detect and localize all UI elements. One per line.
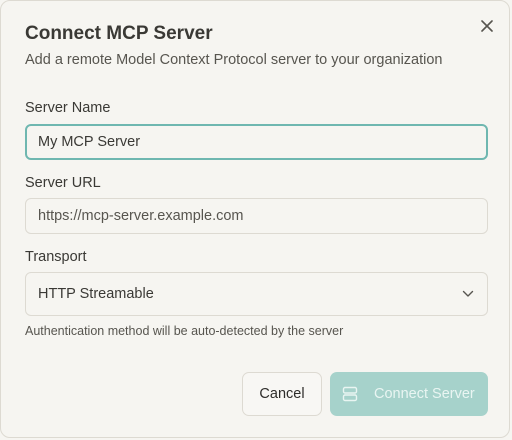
dialog-title: Connect MCP Server [25, 23, 213, 44]
cancel-button-label: Cancel [259, 386, 305, 402]
server-name-label: Server Name [25, 100, 111, 116]
connect-mcp-server-dialog: Connect MCP Server Add a remote Model Co… [0, 0, 510, 438]
server-url-input[interactable] [25, 198, 488, 234]
auth-helper-text: Authentication method will be auto-detec… [25, 324, 344, 338]
cancel-button[interactable]: Cancel [242, 372, 322, 416]
transport-label: Transport [25, 249, 87, 265]
dialog-subtitle: Add a remote Model Context Protocol serv… [25, 52, 443, 68]
server-url-label: Server URL [25, 175, 101, 191]
server-name-input[interactable] [25, 124, 488, 160]
transport-select[interactable]: HTTP Streamable [25, 272, 488, 316]
server-icon [342, 386, 358, 402]
close-icon [481, 20, 493, 32]
chevron-down-icon [461, 287, 475, 301]
transport-selected-value: HTTP Streamable [38, 286, 154, 302]
connect-server-button-label: Connect Server [374, 386, 475, 402]
connect-server-button[interactable]: Connect Server [330, 372, 488, 416]
close-button[interactable] [477, 16, 497, 36]
